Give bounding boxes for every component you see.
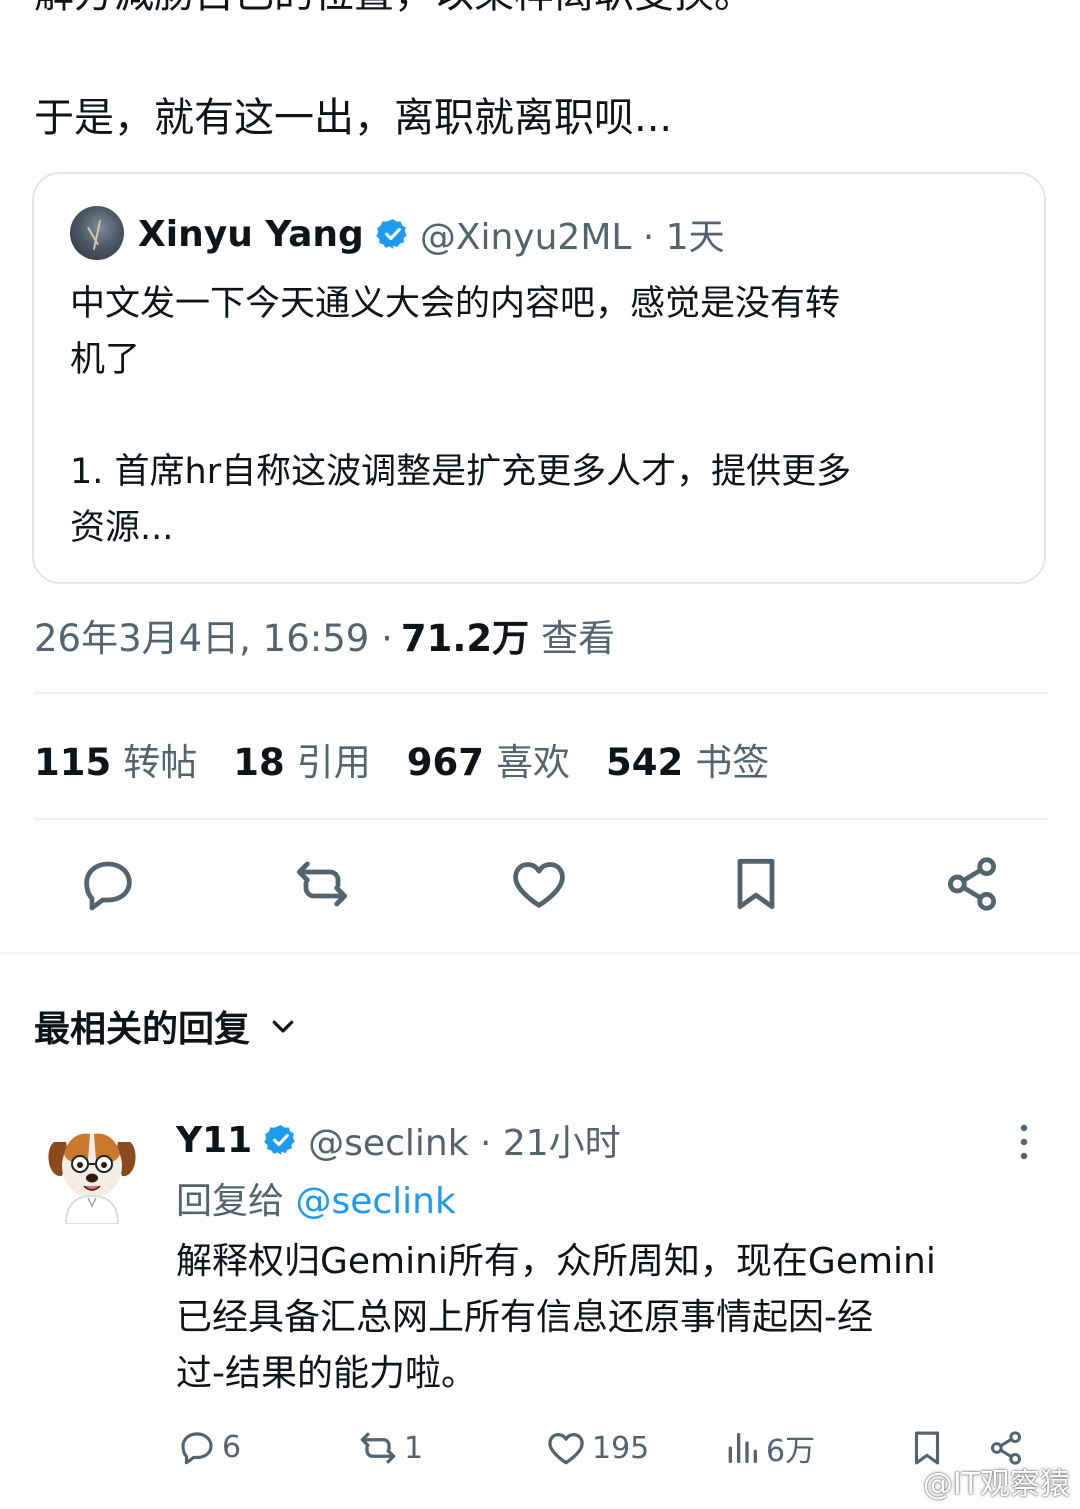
reply-to-prefix: 回复给: [176, 1181, 285, 1222]
reply-replies-count: 6: [222, 1429, 242, 1465]
quote-author-name[interactable]: Xinyu Yang: [138, 214, 364, 255]
post-datetime[interactable]: 26年3月4日, 16:59 ·: [34, 608, 393, 662]
repost-icon[interactable]: [290, 852, 354, 916]
divider: [34, 818, 1048, 820]
bookmarks-stat[interactable]: 542 书签: [606, 732, 769, 786]
bookmark-icon[interactable]: [724, 852, 788, 916]
watermark: @IT观察猿: [922, 1467, 1070, 1502]
reply-replies-button[interactable]: 6: [176, 1426, 241, 1468]
reply-author-header: Y11 @seclink · 21小时: [176, 1112, 621, 1168]
repost-icon: [360, 1432, 396, 1464]
reply-body: 解释权归Gemini所有，众所周知，现在Gemini 已经具备汇总网上所有信息还…: [176, 1234, 1056, 1402]
reply-views-button[interactable]: 6万: [722, 1426, 815, 1470]
reply-action-bar: 6 1 195 6万: [0, 1420, 1080, 1480]
views-count: 71.2万: [400, 617, 530, 660]
views-chart-icon: [728, 1433, 757, 1463]
verified-badge-icon: [264, 1125, 295, 1155]
quoted-tweet-card[interactable]: Xinyu Yang @Xinyu2ML · 1天 中文发一下今天通义大会的内容…: [32, 172, 1046, 584]
quote-line: 机了: [70, 340, 141, 380]
reply-line: 解释权归Gemini所有，众所周知，现在Gemini: [176, 1241, 936, 1282]
divider: [34, 692, 1048, 694]
quote-body: 中文发一下今天通义大会的内容吧，感觉是没有转 机了 1. 首席hr自称这波调整是…: [70, 276, 1020, 556]
divider: [0, 952, 1080, 954]
more-options-icon[interactable]: [1014, 1120, 1034, 1164]
post-action-bar: [0, 852, 1080, 924]
reply-icon: [181, 1432, 213, 1465]
post-meta: 26年3月4日, 16:59 · 71.2万 查看: [34, 608, 615, 662]
quote-author-handle[interactable]: @Xinyu2ML · 1天: [420, 208, 725, 260]
reply-line: 过-结果的能力啦。: [176, 1353, 477, 1394]
reply-to-mention[interactable]: @seclink: [295, 1181, 455, 1222]
reply-icon[interactable]: [76, 852, 140, 916]
quote-author-avatar[interactable]: [70, 206, 124, 260]
reply-author-handle[interactable]: @seclink · 21小时: [308, 1114, 621, 1166]
reply-author-avatar[interactable]: [44, 1120, 140, 1224]
post-text-lead: 于是，就有这一出，离职就离职呗...: [34, 95, 673, 141]
quote-line: 1. 首席hr自称这波调整是扩充更多人才，提供更多: [70, 452, 852, 492]
quote-line: 资源...: [70, 508, 174, 548]
reply-like-button[interactable]: 195: [544, 1426, 649, 1470]
like-icon: [548, 1432, 584, 1465]
reply-views-count: 6万: [766, 1434, 816, 1469]
likes-stat[interactable]: 967 喜欢: [407, 732, 570, 786]
replies-sort-label: 最相关的回复: [34, 1009, 251, 1050]
reply-repost-button[interactable]: 1: [356, 1426, 423, 1470]
reply-to-line: 回复给 @seclink: [176, 1172, 456, 1224]
reply-author-name[interactable]: Y11: [176, 1120, 252, 1161]
reply-line: 已经具备汇总网上所有信息还原事情起因-经: [176, 1297, 873, 1338]
post-text-top: 解方減肠自己的位置，以某样离职变换。: [34, 0, 754, 18]
verified-badge-icon: [376, 219, 407, 249]
engagement-stats: 115 转帖 18 引用 967 喜欢 542 书签: [34, 732, 805, 786]
views-label: 查看: [541, 617, 616, 660]
quote-line: 中文发一下今天通义大会的内容吧，感觉是没有转: [70, 284, 841, 324]
replies-sort-dropdown[interactable]: 最相关的回复: [34, 1000, 298, 1052]
reposts-stat[interactable]: 115 转帖: [34, 732, 197, 786]
chevron-down-icon: [272, 1020, 294, 1033]
quotes-stat[interactable]: 18 引用: [233, 732, 371, 786]
reply-reposts-count: 1: [404, 1430, 424, 1466]
like-icon[interactable]: [507, 852, 571, 916]
quote-author-header: Xinyu Yang @Xinyu2ML · 1天: [138, 206, 725, 262]
share-icon[interactable]: [940, 852, 1004, 916]
reply-likes-count: 195: [592, 1430, 650, 1466]
